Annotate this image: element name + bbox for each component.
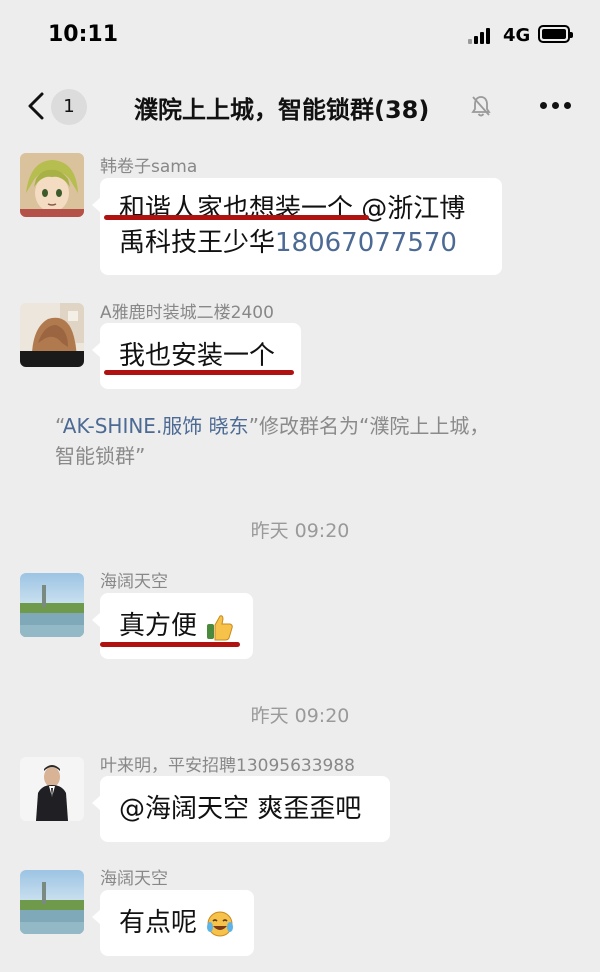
message-sender: 韩卷子sama <box>100 157 198 177</box>
system-notice: “AK-SHINE.服饰 晓东”修改群名为“濮院上上城， 智能锁群” <box>55 414 490 468</box>
chat-header: 1 濮院上上城，智能锁群(38) <box>0 72 600 140</box>
message-bubble[interactable]: 和谐人家也想装一个 @浙江博 禹科技王少华18067077570 <box>92 178 502 275</box>
battery-icon <box>538 25 573 43</box>
network-type: 4G <box>503 25 531 46</box>
unread-count-badge[interactable]: 1 <box>51 89 87 125</box>
member-name-link[interactable]: AK-SHINE.服饰 晓东 <box>63 414 249 438</box>
status-bar: 10:11 4G <box>0 0 600 72</box>
notice-action: 修改群名为“濮院上上城， <box>259 414 490 438</box>
thumbs-up-emoji <box>207 614 234 640</box>
message-text: @海阔天空 爽歪歪吧 <box>119 794 362 824</box>
avatar[interactable] <box>20 870 84 934</box>
notice-continuation: 智能锁群” <box>55 444 146 468</box>
message-bubble[interactable]: 我也安装一个 <box>92 323 301 389</box>
message-text: 我也安装一个 <box>119 341 276 371</box>
avatar[interactable] <box>20 153 84 217</box>
message-bubble[interactable]: 有点呢 <box>92 890 254 956</box>
phone-link[interactable]: 18067077570 <box>275 228 457 258</box>
bell-muted-icon <box>471 96 491 117</box>
message-sender: 海阔天空 <box>100 869 168 889</box>
ellipsis-icon[interactable] <box>540 102 572 110</box>
chevron-left-icon[interactable] <box>22 90 54 122</box>
highlight-underline <box>104 215 369 220</box>
signal-icon <box>468 28 494 44</box>
message-text: 禹科技王少华 <box>119 228 276 258</box>
chat-title: 濮院上上城，智能锁群(38) <box>134 96 430 124</box>
avatar[interactable] <box>20 303 84 367</box>
avatar[interactable] <box>20 757 84 821</box>
status-time: 10:11 <box>48 22 119 47</box>
avatar[interactable] <box>20 573 84 637</box>
laughing-tears-emoji <box>207 911 234 936</box>
highlight-underline <box>104 370 294 375</box>
message-text: 真方便 <box>119 611 198 641</box>
message-sender: 海阔天空 <box>100 572 168 592</box>
message-text: 有点呢 <box>119 908 198 938</box>
message-bubble[interactable]: @海阔天空 爽歪歪吧 <box>92 776 390 842</box>
message-mention: @浙江博 <box>353 194 466 224</box>
message-sender: 叶来明，平安招聘13095633988 <box>100 756 355 776</box>
message-bubble[interactable]: 真方便 <box>92 593 253 659</box>
message-sender: A雅鹿时装城二楼2400 <box>100 303 274 323</box>
highlight-underline <box>100 642 240 647</box>
timestamp: 昨天 09:20 <box>250 520 350 542</box>
timestamp: 昨天 09:20 <box>250 705 350 727</box>
